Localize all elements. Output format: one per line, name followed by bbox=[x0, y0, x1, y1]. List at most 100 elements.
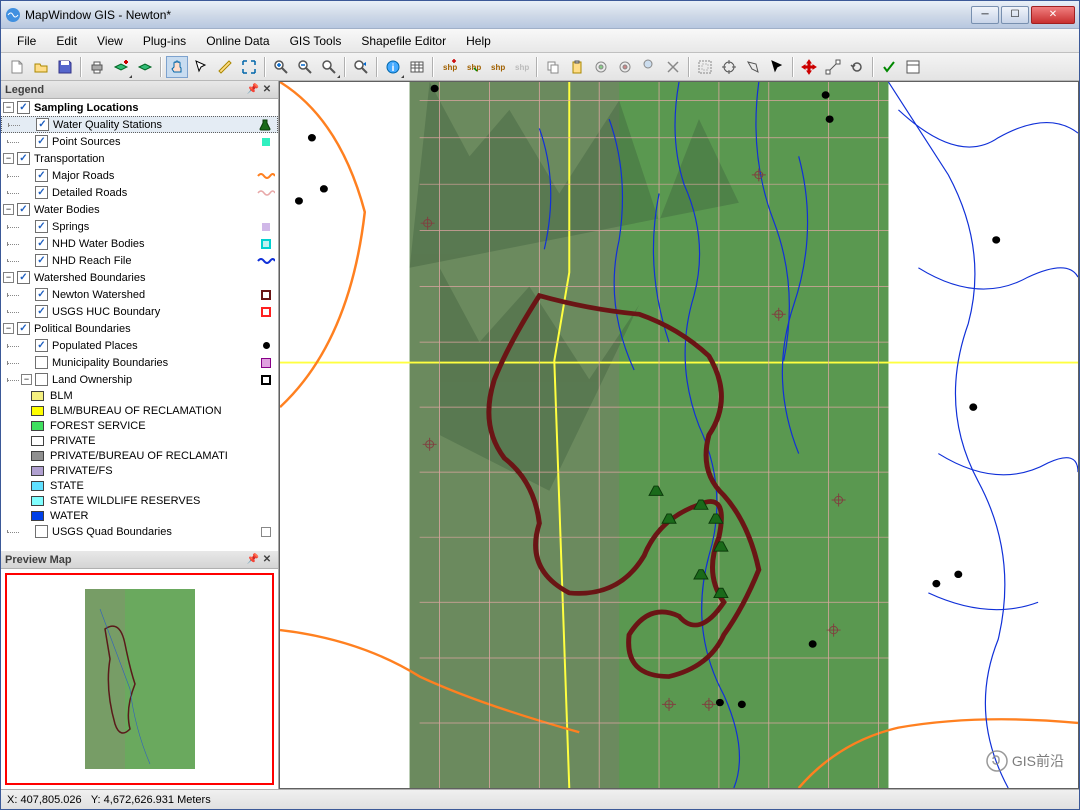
legend-tree[interactable]: −Sampling LocationsWater Quality Station… bbox=[1, 99, 278, 551]
legend-group[interactable]: −Political Boundaries bbox=[1, 320, 278, 337]
pin-icon[interactable]: 📌 bbox=[246, 553, 260, 567]
legend-layer[interactable]: Springs bbox=[1, 218, 278, 235]
map-canvas[interactable]: GIS前沿 bbox=[279, 81, 1079, 789]
legend-category[interactable]: BLM/BUREAU OF RECLAMATION bbox=[1, 403, 278, 418]
checkbox[interactable] bbox=[17, 152, 30, 165]
tool-shp-add[interactable]: shp bbox=[462, 56, 484, 78]
menu-plugins[interactable]: Plug-ins bbox=[133, 31, 196, 51]
tool-paste[interactable] bbox=[566, 56, 588, 78]
expand-icon[interactable]: − bbox=[3, 272, 14, 283]
tool-arrow[interactable] bbox=[766, 56, 788, 78]
expand-icon[interactable]: − bbox=[3, 204, 14, 215]
legend-layer[interactable]: Populated Places bbox=[1, 337, 278, 354]
tool-info[interactable]: i bbox=[382, 56, 404, 78]
legend-layer[interactable]: Detailed Roads bbox=[1, 184, 278, 201]
legend-layer[interactable]: Water Quality Stations bbox=[1, 116, 278, 133]
legend-layer[interactable]: NHD Water Bodies bbox=[1, 235, 278, 252]
menu-view[interactable]: View bbox=[87, 31, 133, 51]
minimize-button[interactable]: ─ bbox=[971, 6, 999, 24]
legend-group[interactable]: −Water Bodies bbox=[1, 201, 278, 218]
legend-category[interactable]: WATER bbox=[1, 508, 278, 523]
tool-add-layer[interactable] bbox=[110, 56, 132, 78]
tool-shp-new[interactable]: shp bbox=[438, 56, 460, 78]
tool-target[interactable] bbox=[718, 56, 740, 78]
tool-buffer[interactable] bbox=[590, 56, 612, 78]
tool-zoom-extents[interactable] bbox=[238, 56, 260, 78]
menu-gistools[interactable]: GIS Tools bbox=[280, 31, 352, 51]
close-button[interactable]: ✕ bbox=[1031, 6, 1075, 24]
tool-shp[interactable]: shp bbox=[486, 56, 508, 78]
legend-category[interactable]: PRIVATE/BUREAU OF RECLAMATI bbox=[1, 448, 278, 463]
tool-buffer2[interactable] bbox=[614, 56, 636, 78]
tool-identify[interactable] bbox=[318, 56, 340, 78]
tool-union[interactable] bbox=[638, 56, 660, 78]
tool-print[interactable] bbox=[86, 56, 108, 78]
tool-layer-props[interactable] bbox=[134, 56, 156, 78]
legend-category[interactable]: STATE WILDLIFE RESERVES bbox=[1, 493, 278, 508]
tool-save[interactable] bbox=[54, 56, 76, 78]
expand-icon[interactable]: − bbox=[3, 323, 14, 334]
checkbox[interactable] bbox=[17, 322, 30, 335]
legend-layer[interactable]: Major Roads bbox=[1, 167, 278, 184]
tool-zoom-out[interactable] bbox=[294, 56, 316, 78]
tool-copy[interactable] bbox=[542, 56, 564, 78]
preview-map[interactable] bbox=[1, 569, 278, 789]
checkbox[interactable] bbox=[35, 305, 48, 318]
legend-layer[interactable]: Newton Watershed bbox=[1, 286, 278, 303]
panel-close-icon[interactable]: ✕ bbox=[260, 553, 274, 567]
checkbox[interactable] bbox=[35, 339, 48, 352]
checkbox[interactable] bbox=[35, 186, 48, 199]
expand-icon[interactable]: − bbox=[21, 374, 32, 385]
tool-clip[interactable] bbox=[662, 56, 684, 78]
legend-layer[interactable]: USGS Quad Boundaries bbox=[1, 523, 278, 540]
tool-zoom-prev[interactable] bbox=[350, 56, 372, 78]
expand-icon[interactable]: − bbox=[3, 153, 14, 164]
checkbox[interactable] bbox=[17, 203, 30, 216]
tool-check[interactable] bbox=[878, 56, 900, 78]
maximize-button[interactable]: ☐ bbox=[1001, 6, 1029, 24]
checkbox[interactable] bbox=[35, 373, 48, 386]
checkbox[interactable] bbox=[35, 254, 48, 267]
checkbox[interactable] bbox=[17, 101, 30, 114]
legend-layer[interactable]: Point Sources bbox=[1, 133, 278, 150]
tool-move[interactable] bbox=[798, 56, 820, 78]
checkbox[interactable] bbox=[35, 288, 48, 301]
menu-edit[interactable]: Edit bbox=[46, 31, 87, 51]
legend-layer[interactable]: USGS HUC Boundary bbox=[1, 303, 278, 320]
tool-edit-node[interactable] bbox=[822, 56, 844, 78]
legend-category[interactable]: PRIVATE bbox=[1, 433, 278, 448]
legend-category[interactable]: FOREST SERVICE bbox=[1, 418, 278, 433]
checkbox[interactable] bbox=[35, 135, 48, 148]
tool-pan[interactable] bbox=[166, 56, 188, 78]
tool-select[interactable] bbox=[190, 56, 212, 78]
checkbox[interactable] bbox=[36, 118, 49, 131]
checkbox[interactable] bbox=[35, 169, 48, 182]
tool-extent[interactable] bbox=[694, 56, 716, 78]
legend-group[interactable]: −Sampling Locations bbox=[1, 99, 278, 116]
legend-category[interactable]: PRIVATE/FS bbox=[1, 463, 278, 478]
tool-open[interactable] bbox=[30, 56, 52, 78]
legend-layer[interactable]: NHD Reach File bbox=[1, 252, 278, 269]
tool-new[interactable] bbox=[6, 56, 28, 78]
menu-shapefileeditor[interactable]: Shapefile Editor bbox=[351, 31, 456, 51]
legend-layer[interactable]: −Land Ownership bbox=[1, 371, 278, 388]
tool-rotate[interactable] bbox=[846, 56, 868, 78]
tool-zoom-in[interactable] bbox=[270, 56, 292, 78]
legend-category[interactable]: BLM bbox=[1, 388, 278, 403]
menu-help[interactable]: Help bbox=[456, 31, 501, 51]
menu-onlinedata[interactable]: Online Data bbox=[196, 31, 279, 51]
checkbox[interactable] bbox=[35, 220, 48, 233]
legend-category[interactable]: STATE bbox=[1, 478, 278, 493]
tool-measure[interactable] bbox=[214, 56, 236, 78]
checkbox[interactable] bbox=[35, 356, 48, 369]
tool-attrib[interactable] bbox=[902, 56, 924, 78]
menu-file[interactable]: File bbox=[7, 31, 46, 51]
tool-table[interactable] bbox=[406, 56, 428, 78]
pin-icon[interactable]: 📌 bbox=[246, 83, 260, 97]
panel-close-icon[interactable]: ✕ bbox=[260, 83, 274, 97]
legend-layer[interactable]: Municipality Boundaries bbox=[1, 354, 278, 371]
tool-poly-select[interactable] bbox=[742, 56, 764, 78]
legend-group[interactable]: −Transportation bbox=[1, 150, 278, 167]
checkbox[interactable] bbox=[17, 271, 30, 284]
tool-shp-rm[interactable]: shp bbox=[510, 56, 532, 78]
